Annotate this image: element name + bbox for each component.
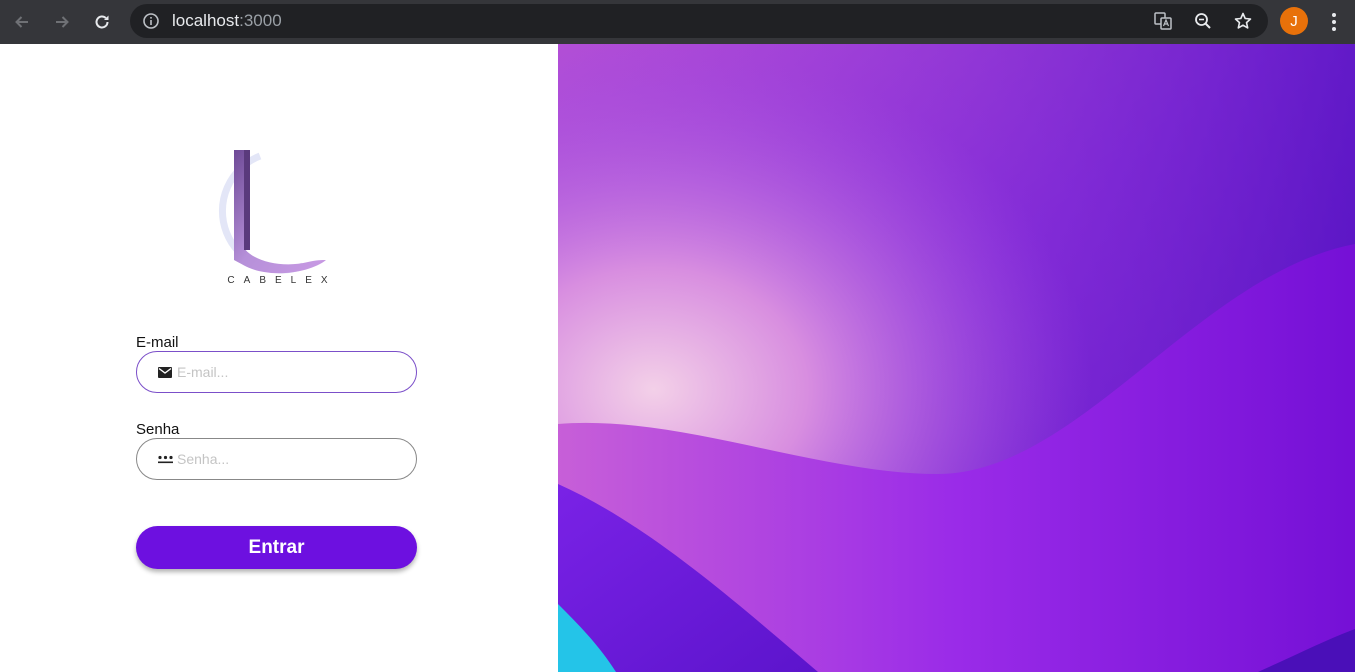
browser-toolbar: localhost:3000 J [0, 0, 1355, 44]
email-input[interactable] [177, 364, 397, 380]
browser-menu-button[interactable] [1322, 8, 1346, 36]
purple-wave-illustration [558, 44, 1355, 672]
star-icon [1234, 12, 1252, 29]
password-field[interactable] [136, 438, 417, 480]
brand-name: CABELEX [227, 275, 337, 286]
translate-icon [1154, 12, 1172, 30]
back-arrow-icon [15, 16, 28, 28]
url-text: localhost:3000 [172, 12, 282, 30]
reload-button[interactable] [86, 6, 118, 38]
bookmark-button[interactable] [1232, 10, 1254, 32]
email-field[interactable] [136, 351, 417, 393]
kebab-menu-icon [1332, 13, 1336, 31]
zoom-out-icon [1195, 13, 1211, 29]
email-label: E-mail [136, 334, 179, 351]
background-artwork [558, 44, 1355, 672]
forward-button[interactable] [46, 6, 78, 38]
forward-arrow-icon [56, 16, 69, 28]
brand-logo [218, 150, 326, 274]
reload-icon [95, 15, 109, 29]
address-bar[interactable]: localhost:3000 [130, 4, 1268, 38]
info-icon[interactable] [142, 12, 160, 30]
translate-button[interactable] [1152, 10, 1174, 32]
url-host: localhost [172, 11, 240, 30]
password-label: Senha [136, 421, 180, 438]
login-panel: CABELEX E-mail Senha Entrar [0, 44, 558, 672]
password-icon [157, 451, 173, 467]
mail-icon [157, 364, 173, 380]
profile-avatar[interactable]: J [1280, 7, 1308, 35]
back-button[interactable] [6, 6, 38, 38]
url-port: :3000 [239, 11, 282, 30]
page-content: CABELEX E-mail Senha Entrar [0, 44, 1355, 672]
zoom-button[interactable] [1192, 10, 1214, 32]
password-input[interactable] [177, 451, 397, 467]
login-button[interactable]: Entrar [136, 526, 417, 569]
